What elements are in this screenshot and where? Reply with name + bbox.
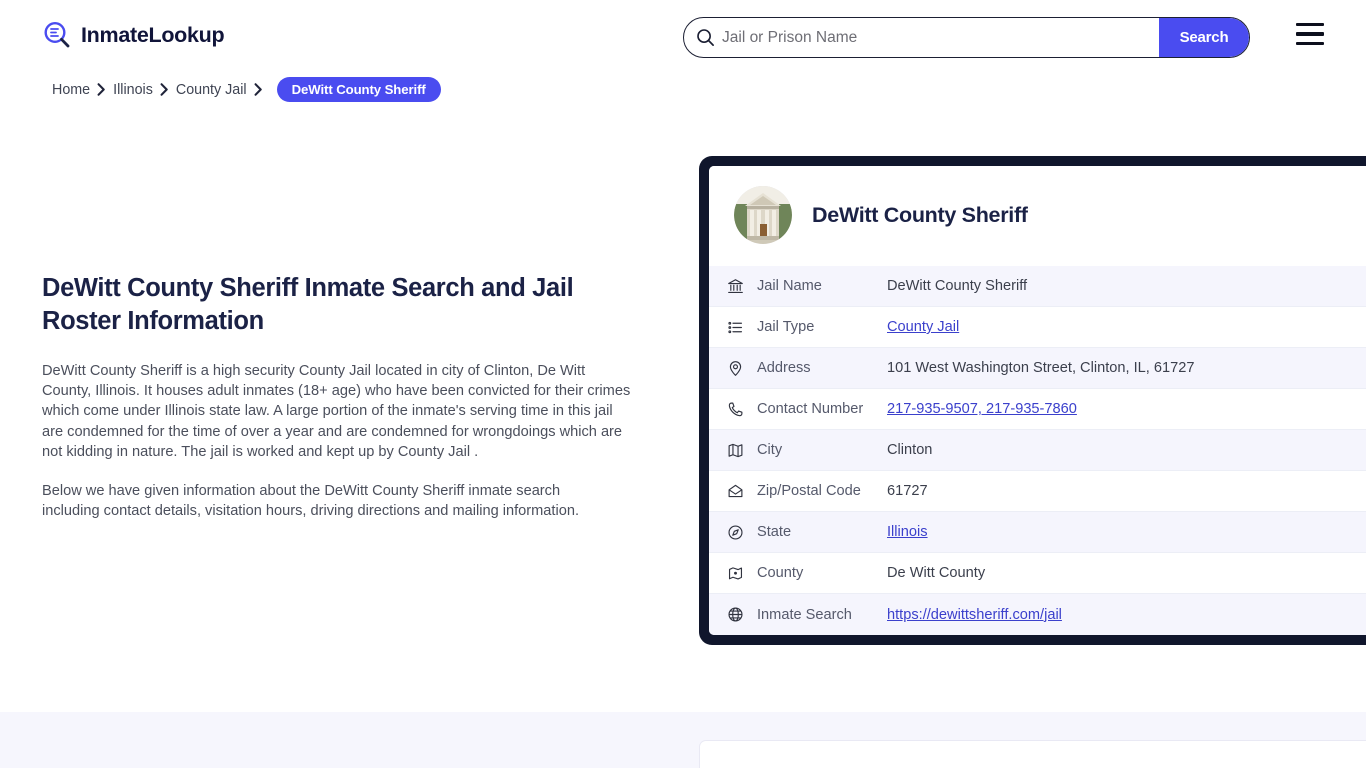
state-link[interactable]: Illinois (887, 524, 928, 540)
brand-logo[interactable]: InmateLookup (42, 20, 225, 50)
breadcrumb: Home Illinois County Jail DeWitt County … (52, 77, 441, 102)
breadcrumb-current-page: DeWitt County Sheriff (276, 77, 441, 102)
row-label: Inmate Search (757, 606, 852, 623)
hamburger-bar (1296, 41, 1324, 45)
table-row: Contact Number 217-935-9507, 217-935-786… (709, 389, 1366, 430)
row-label: Jail Name (757, 278, 822, 294)
row-value: DeWitt County Sheriff (887, 278, 1028, 294)
breadcrumb-item-county-jail[interactable]: County Jail (176, 82, 247, 98)
page-title: DeWitt County Sheriff Inmate Search and … (42, 274, 574, 335)
site-header: InmateLookup Search (0, 0, 1366, 74)
search-bar[interactable]: Search (683, 17, 1250, 58)
row-label: Jail Type (757, 319, 815, 335)
jail-type-link[interactable]: County Jail (887, 319, 959, 335)
row-label: Address (757, 360, 811, 376)
hamburger-menu-icon[interactable] (1296, 23, 1324, 45)
row-value: https://dewittsheriff.com/jail (887, 607, 1062, 623)
card-title: DeWitt County Sheriff (812, 202, 1028, 227)
main-content: DeWitt County Sheriff Inmate Search and … (42, 272, 642, 521)
table-row: County De Witt County (709, 553, 1366, 594)
table-row: Jail Name DeWitt County Sheriff (709, 266, 1366, 307)
row-label: Contact Number (757, 401, 864, 417)
table-row: City Clinton (709, 430, 1366, 471)
bank-icon (727, 278, 757, 295)
chevron-right-icon (160, 83, 169, 96)
envelope-icon (727, 483, 757, 500)
row-label: State (757, 524, 792, 540)
globe-compass-icon (727, 524, 757, 541)
table-row: Jail Type County Jail (709, 307, 1366, 348)
map-marker-icon (727, 565, 757, 582)
inmate-search-link[interactable]: https://dewittsheriff.com/jail (887, 607, 1062, 623)
table-row: Address 101 West Washington Street, Clin… (709, 348, 1366, 389)
description-paragraph-1: DeWitt County Sheriff is a high security… (42, 363, 631, 460)
breadcrumb-item-illinois[interactable]: Illinois (113, 82, 153, 98)
hamburger-bar (1296, 32, 1324, 36)
table-row: Inmate Search https://dewittsheriff.com/… (709, 594, 1366, 635)
row-value: 217-935-9507, 217-935-7860 (887, 401, 1077, 417)
map-icon (727, 442, 757, 459)
row-label: Zip/Postal Code (757, 483, 861, 499)
search-button[interactable]: Search (1159, 18, 1249, 57)
chevron-right-icon (97, 83, 106, 96)
globe-icon (727, 606, 757, 623)
hamburger-bar (1296, 23, 1324, 27)
search-list-logo-icon (42, 20, 72, 50)
card-header: DeWitt County Sheriff (709, 166, 1366, 266)
row-label: County (757, 565, 804, 581)
jail-info-card: DeWitt County Sheriff Jail Name DeWitt C… (699, 156, 1366, 645)
search-icon (684, 18, 718, 57)
description-paragraph-2: Below we have given information about th… (42, 483, 580, 520)
list-icon (727, 319, 757, 336)
row-value: De Witt County (887, 565, 986, 581)
row-label: City (757, 442, 783, 458)
map-pin-icon (727, 360, 757, 377)
next-card-peek (699, 740, 1366, 768)
chevron-right-icon (254, 83, 263, 96)
courthouse-photo (734, 186, 792, 244)
brand-name: InmateLookup (81, 22, 225, 47)
search-input[interactable] (718, 18, 1159, 57)
contact-number-link[interactable]: 217-935-9507, 217-935-7860 (887, 401, 1077, 417)
row-value: Illinois (887, 524, 928, 540)
phone-icon (727, 401, 757, 418)
row-value: Clinton (887, 442, 933, 458)
row-value: County Jail (887, 319, 959, 335)
table-row: Zip/Postal Code 61727 (709, 471, 1366, 512)
row-value: 101 West Washington Street, Clinton, IL,… (887, 360, 1195, 376)
table-row: State Illinois (709, 512, 1366, 553)
row-value: 61727 (887, 483, 928, 499)
breadcrumb-item-home[interactable]: Home (52, 82, 90, 98)
